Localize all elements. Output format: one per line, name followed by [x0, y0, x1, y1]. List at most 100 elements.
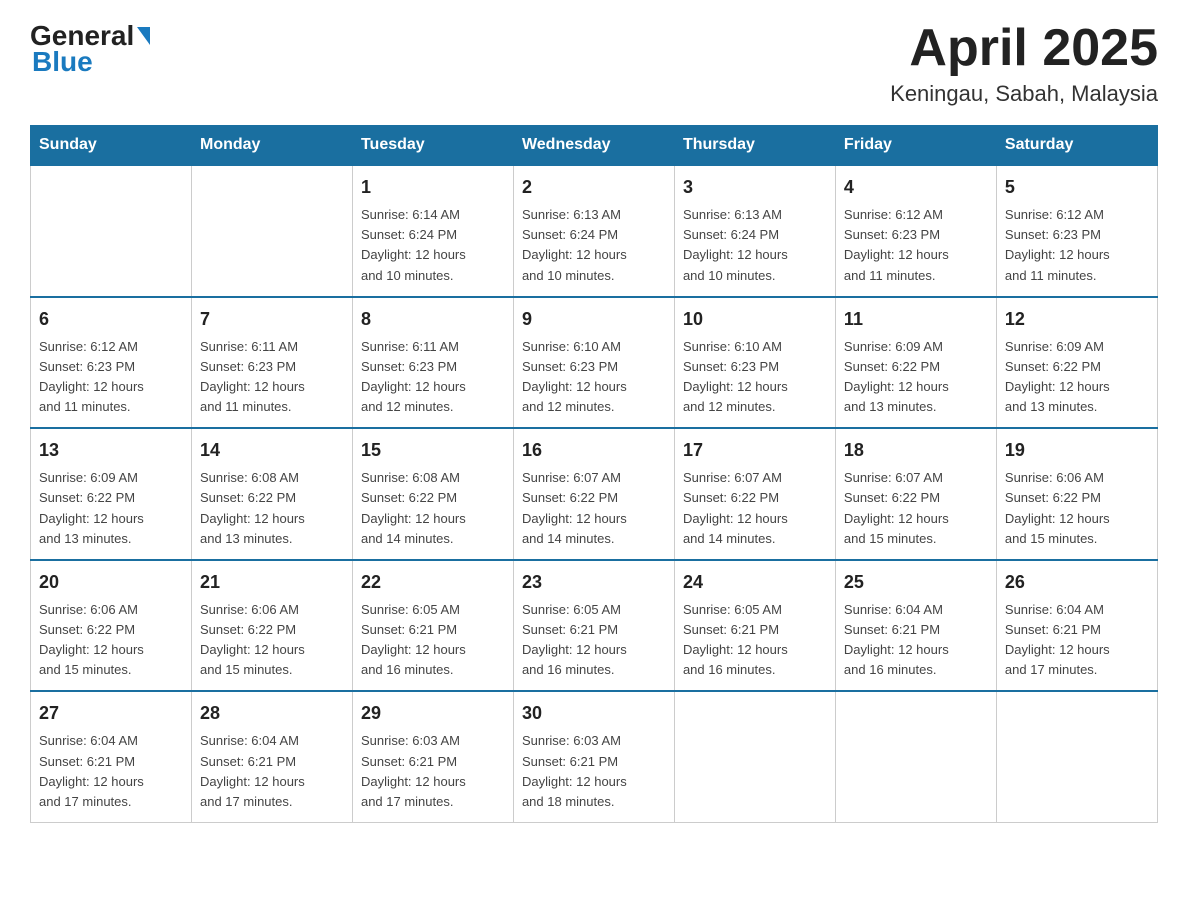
day-info: Sunrise: 6:14 AMSunset: 6:24 PMDaylight:… — [361, 205, 505, 286]
week-row-1: 6 Sunrise: 6:12 AMSunset: 6:23 PMDaylight… — [31, 297, 1158, 429]
header-day-sunday: Sunday — [31, 126, 192, 166]
day-number: 29 — [361, 700, 505, 727]
day-number: 11 — [844, 306, 988, 333]
logo-blue-text: Blue — [32, 46, 93, 78]
day-info: Sunrise: 6:09 AMSunset: 6:22 PMDaylight:… — [844, 337, 988, 418]
calendar-cell: 23 Sunrise: 6:05 AMSunset: 6:21 PMDayligh… — [513, 560, 674, 692]
day-info: Sunrise: 6:12 AMSunset: 6:23 PMDaylight:… — [844, 205, 988, 286]
header-day-saturday: Saturday — [996, 126, 1157, 166]
calendar-cell: 3 Sunrise: 6:13 AMSunset: 6:24 PMDaylight… — [674, 165, 835, 297]
header-day-wednesday: Wednesday — [513, 126, 674, 166]
day-number: 26 — [1005, 569, 1149, 596]
day-info: Sunrise: 6:13 AMSunset: 6:24 PMDaylight:… — [683, 205, 827, 286]
day-info: Sunrise: 6:08 AMSunset: 6:22 PMDaylight:… — [361, 468, 505, 549]
day-info: Sunrise: 6:11 AMSunset: 6:23 PMDaylight:… — [200, 337, 344, 418]
logo: General Blue — [30, 20, 150, 78]
calendar-cell: 24 Sunrise: 6:05 AMSunset: 6:21 PMDayligh… — [674, 560, 835, 692]
calendar-cell: 19 Sunrise: 6:06 AMSunset: 6:22 PMDayligh… — [996, 428, 1157, 560]
calendar-cell — [31, 165, 192, 297]
calendar-cell: 28 Sunrise: 6:04 AMSunset: 6:21 PMDayligh… — [191, 691, 352, 822]
day-info: Sunrise: 6:11 AMSunset: 6:23 PMDaylight:… — [361, 337, 505, 418]
day-info: Sunrise: 6:10 AMSunset: 6:23 PMDaylight:… — [522, 337, 666, 418]
calendar-header: SundayMondayTuesdayWednesdayThursdayFrid… — [31, 126, 1158, 166]
calendar-cell — [674, 691, 835, 822]
day-number: 30 — [522, 700, 666, 727]
day-info: Sunrise: 6:05 AMSunset: 6:21 PMDaylight:… — [683, 600, 827, 681]
day-info: Sunrise: 6:07 AMSunset: 6:22 PMDaylight:… — [683, 468, 827, 549]
calendar-cell: 11 Sunrise: 6:09 AMSunset: 6:22 PMDayligh… — [835, 297, 996, 429]
day-info: Sunrise: 6:04 AMSunset: 6:21 PMDaylight:… — [844, 600, 988, 681]
calendar-cell: 10 Sunrise: 6:10 AMSunset: 6:23 PMDayligh… — [674, 297, 835, 429]
calendar-subtitle: Keningau, Sabah, Malaysia — [890, 81, 1158, 107]
week-row-0: 1 Sunrise: 6:14 AMSunset: 6:24 PMDaylight… — [31, 165, 1158, 297]
day-number: 5 — [1005, 174, 1149, 201]
day-number: 8 — [361, 306, 505, 333]
day-number: 14 — [200, 437, 344, 464]
header-day-friday: Friday — [835, 126, 996, 166]
calendar-cell — [996, 691, 1157, 822]
day-number: 15 — [361, 437, 505, 464]
calendar-cell: 18Sunrise: 6:07 AMSunset: 6:22 PMDayligh… — [835, 428, 996, 560]
day-number: 9 — [522, 306, 666, 333]
title-block: April 2025 Keningau, Sabah, Malaysia — [890, 20, 1158, 107]
day-info: Sunrise: 6:10 AMSunset: 6:23 PMDaylight:… — [683, 337, 827, 418]
day-number: 3 — [683, 174, 827, 201]
day-number: 21 — [200, 569, 344, 596]
day-info: Sunrise: 6:13 AMSunset: 6:24 PMDaylight:… — [522, 205, 666, 286]
calendar-cell: 25 Sunrise: 6:04 AMSunset: 6:21 PMDayligh… — [835, 560, 996, 692]
page-header: General Blue April 2025 Keningau, Sabah,… — [30, 20, 1158, 107]
header-row: SundayMondayTuesdayWednesdayThursdayFrid… — [31, 126, 1158, 166]
header-day-tuesday: Tuesday — [352, 126, 513, 166]
day-info: Sunrise: 6:09 AMSunset: 6:22 PMDaylight:… — [1005, 337, 1149, 418]
header-day-thursday: Thursday — [674, 126, 835, 166]
day-number: 23 — [522, 569, 666, 596]
day-number: 1 — [361, 174, 505, 201]
calendar-cell: 21 Sunrise: 6:06 AMSunset: 6:22 PMDayligh… — [191, 560, 352, 692]
calendar-cell: 26Sunrise: 6:04 AMSunset: 6:21 PMDayligh… — [996, 560, 1157, 692]
calendar-cell: 22Sunrise: 6:05 AMSunset: 6:21 PMDayligh… — [352, 560, 513, 692]
day-info: Sunrise: 6:03 AMSunset: 6:21 PMDaylight:… — [361, 731, 505, 812]
header-day-monday: Monday — [191, 126, 352, 166]
week-row-2: 13 Sunrise: 6:09 AMSunset: 6:22 PMDayligh… — [31, 428, 1158, 560]
day-info: Sunrise: 6:03 AMSunset: 6:21 PMDaylight:… — [522, 731, 666, 812]
day-info: Sunrise: 6:06 AMSunset: 6:22 PMDaylight:… — [200, 600, 344, 681]
day-number: 18 — [844, 437, 988, 464]
day-number: 25 — [844, 569, 988, 596]
day-number: 7 — [200, 306, 344, 333]
day-number: 6 — [39, 306, 183, 333]
day-number: 20 — [39, 569, 183, 596]
week-row-3: 20 Sunrise: 6:06 AMSunset: 6:22 PMDayligh… — [31, 560, 1158, 692]
day-number: 27 — [39, 700, 183, 727]
day-number: 19 — [1005, 437, 1149, 464]
day-number: 24 — [683, 569, 827, 596]
day-info: Sunrise: 6:09 AMSunset: 6:22 PMDaylight:… — [39, 468, 183, 549]
calendar-cell: 5 Sunrise: 6:12 AMSunset: 6:23 PMDaylight… — [996, 165, 1157, 297]
day-info: Sunrise: 6:05 AMSunset: 6:21 PMDaylight:… — [522, 600, 666, 681]
day-number: 13 — [39, 437, 183, 464]
day-number: 10 — [683, 306, 827, 333]
day-info: Sunrise: 6:07 AMSunset: 6:22 PMDaylight:… — [522, 468, 666, 549]
day-number: 28 — [200, 700, 344, 727]
day-number: 2 — [522, 174, 666, 201]
calendar-cell: 17Sunrise: 6:07 AMSunset: 6:22 PMDayligh… — [674, 428, 835, 560]
calendar-cell: 1 Sunrise: 6:14 AMSunset: 6:24 PMDaylight… — [352, 165, 513, 297]
calendar-cell — [191, 165, 352, 297]
calendar-table: SundayMondayTuesdayWednesdayThursdayFrid… — [30, 125, 1158, 823]
calendar-cell: 13 Sunrise: 6:09 AMSunset: 6:22 PMDayligh… — [31, 428, 192, 560]
day-info: Sunrise: 6:12 AMSunset: 6:23 PMDaylight:… — [39, 337, 183, 418]
calendar-cell — [835, 691, 996, 822]
day-info: Sunrise: 6:08 AMSunset: 6:22 PMDaylight:… — [200, 468, 344, 549]
week-row-4: 27 Sunrise: 6:04 AMSunset: 6:21 PMDayligh… — [31, 691, 1158, 822]
day-number: 4 — [844, 174, 988, 201]
calendar-body: 1 Sunrise: 6:14 AMSunset: 6:24 PMDaylight… — [31, 165, 1158, 822]
day-info: Sunrise: 6:05 AMSunset: 6:21 PMDaylight:… — [361, 600, 505, 681]
day-info: Sunrise: 6:06 AMSunset: 6:22 PMDaylight:… — [1005, 468, 1149, 549]
calendar-cell: 27Sunrise: 6:04 AMSunset: 6:21 PMDayligh… — [31, 691, 192, 822]
day-number: 16 — [522, 437, 666, 464]
day-info: Sunrise: 6:12 AMSunset: 6:23 PMDaylight:… — [1005, 205, 1149, 286]
day-info: Sunrise: 6:04 AMSunset: 6:21 PMDaylight:… — [200, 731, 344, 812]
calendar-cell: 2 Sunrise: 6:13 AMSunset: 6:24 PMDaylight… — [513, 165, 674, 297]
calendar-cell: 29 Sunrise: 6:03 AMSunset: 6:21 PMDayligh… — [352, 691, 513, 822]
calendar-cell: 15 Sunrise: 6:08 AMSunset: 6:22 PMDayligh… — [352, 428, 513, 560]
calendar-cell: 9 Sunrise: 6:10 AMSunset: 6:23 PMDaylight… — [513, 297, 674, 429]
